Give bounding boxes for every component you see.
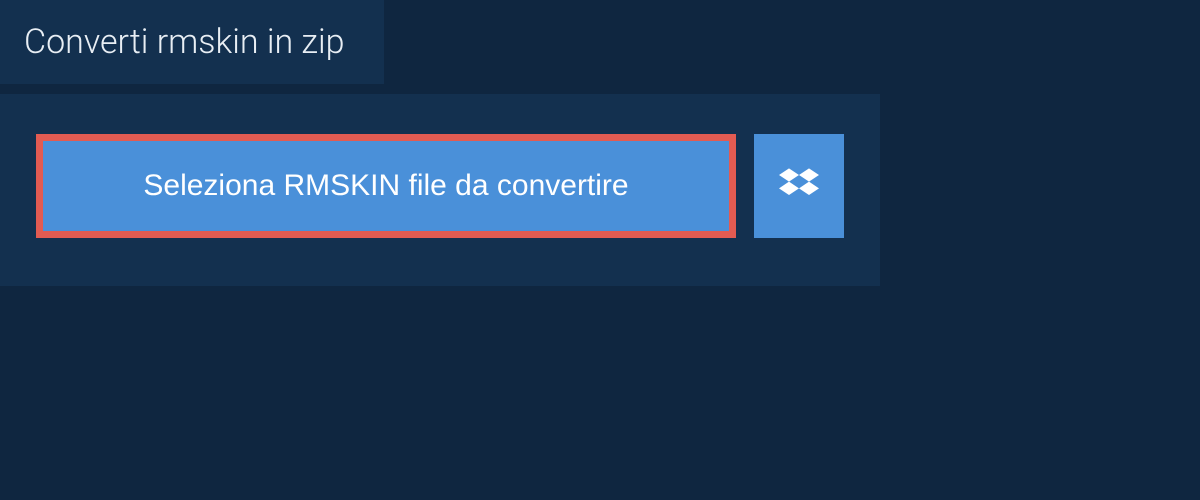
select-file-button[interactable]: Seleziona RMSKIN file da convertire bbox=[36, 134, 736, 238]
select-file-label: Seleziona RMSKIN file da convertire bbox=[143, 169, 628, 203]
tab-header: Converti rmskin in zip bbox=[0, 0, 384, 84]
converter-panel: Seleziona RMSKIN file da convertire bbox=[0, 94, 880, 286]
dropbox-icon bbox=[779, 165, 819, 208]
dropbox-button[interactable] bbox=[754, 134, 844, 238]
page-title: Converti rmskin in zip bbox=[24, 22, 344, 62]
